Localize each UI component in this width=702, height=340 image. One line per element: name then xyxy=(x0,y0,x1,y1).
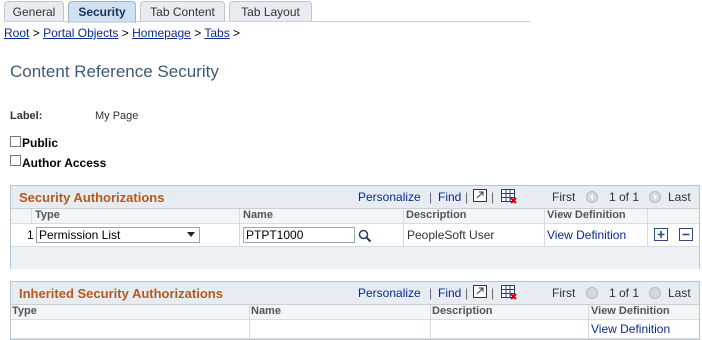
column-divider xyxy=(588,305,589,319)
row-range: 1 of 1 xyxy=(609,286,640,300)
column-header-row: Type Name Description View Definition xyxy=(11,305,699,320)
lookup-icon[interactable] xyxy=(358,229,372,246)
personalize-link[interactable]: Personalize xyxy=(358,286,421,300)
column-header-type[interactable]: Type xyxy=(12,305,37,317)
breadcrumb-separator: > xyxy=(194,26,202,40)
grid-title: Inherited Security Authorizations xyxy=(19,286,223,301)
public-checkbox-label: Public xyxy=(22,136,59,150)
nav-separator: | xyxy=(465,190,469,204)
page-title: Content Reference Security xyxy=(10,62,219,81)
inherited-security-authorizations-grid: Inherited Security Authorizations Person… xyxy=(10,281,700,340)
last-label: Last xyxy=(668,190,691,204)
public-checkbox[interactable] xyxy=(10,136,21,147)
breadcrumb-separator: > xyxy=(32,26,40,40)
nav-separator: | xyxy=(429,286,433,300)
column-divider xyxy=(544,209,545,223)
breadcrumb-tabs[interactable]: Tabs xyxy=(204,26,229,40)
view-definition-link[interactable]: View Definition xyxy=(547,228,626,242)
label-field-label: Label: xyxy=(10,110,43,122)
breadcrumb-portal-objects[interactable]: Portal Objects xyxy=(43,26,118,40)
view-all-icon[interactable] xyxy=(473,285,487,301)
grid-footer xyxy=(11,247,699,269)
breadcrumb-separator: > xyxy=(233,26,241,40)
grid-header: Inherited Security Authorizations Person… xyxy=(11,282,699,305)
row-range: 1 of 1 xyxy=(609,190,640,204)
download-spreadsheet-icon[interactable] xyxy=(501,285,517,303)
column-divider xyxy=(403,224,404,246)
column-header-description[interactable]: Description xyxy=(432,305,493,317)
column-divider xyxy=(430,320,431,338)
nav-separator: | xyxy=(491,286,495,300)
previous-icon[interactable] xyxy=(586,286,598,300)
tab-security[interactable]: Security xyxy=(68,1,136,23)
nav-separator: | xyxy=(491,190,495,204)
column-header-name[interactable]: Name xyxy=(243,209,273,221)
column-divider xyxy=(588,320,589,338)
column-header-type[interactable]: Type xyxy=(35,209,60,221)
column-divider xyxy=(239,224,240,246)
column-divider xyxy=(249,305,250,319)
column-divider xyxy=(430,305,431,319)
find-link[interactable]: Find xyxy=(438,286,461,300)
chevron-down-icon xyxy=(187,232,195,237)
column-divider xyxy=(31,209,32,223)
delete-row-icon[interactable] xyxy=(679,228,693,241)
download-spreadsheet-icon[interactable] xyxy=(501,189,517,207)
previous-icon[interactable] xyxy=(586,190,598,204)
next-icon[interactable] xyxy=(649,286,661,300)
column-divider xyxy=(249,320,250,338)
tab-bar: General Security Tab Content Tab Layout xyxy=(4,1,530,23)
row-number: 1 xyxy=(27,228,34,242)
column-header-row: Type Name Description View Definition xyxy=(11,209,699,224)
breadcrumb: Root > Portal Objects > Homepage > Tabs … xyxy=(4,26,240,40)
description-value: PeopleSoft User xyxy=(407,228,495,242)
label-field-value: My Page xyxy=(95,110,139,122)
view-definition-link[interactable]: View Definition xyxy=(591,322,670,336)
grid-title: Security Authorizations xyxy=(19,190,165,205)
column-header-name[interactable]: Name xyxy=(251,305,281,317)
column-divider xyxy=(647,224,648,246)
column-header-view-definition[interactable]: View Definition xyxy=(591,305,670,317)
table-row: 1 Permission List PTPT1000 PeopleSoft Us… xyxy=(11,224,699,247)
breadcrumb-homepage[interactable]: Homepage xyxy=(132,26,191,40)
column-divider xyxy=(239,209,240,223)
personalize-link[interactable]: Personalize xyxy=(358,190,421,204)
tab-general[interactable]: General xyxy=(4,1,64,21)
breadcrumb-separator: > xyxy=(121,26,129,40)
nav-separator: | xyxy=(429,190,433,204)
column-header-view-definition[interactable]: View Definition xyxy=(547,209,626,221)
tab-tab-content[interactable]: Tab Content xyxy=(140,1,225,21)
nav-separator: | xyxy=(465,286,469,300)
type-select-value: Permission List xyxy=(39,228,121,242)
author-access-checkbox[interactable] xyxy=(10,155,21,166)
author-access-checkbox-label: Author Access xyxy=(22,156,107,170)
table-row: View Definition xyxy=(11,320,699,339)
tab-divider xyxy=(4,21,530,22)
breadcrumb-root[interactable]: Root xyxy=(4,26,29,40)
name-input[interactable]: PTPT1000 xyxy=(243,227,355,243)
column-divider xyxy=(647,209,648,223)
add-row-icon[interactable] xyxy=(654,228,668,241)
column-divider xyxy=(403,209,404,223)
column-divider xyxy=(544,224,545,246)
column-header-description[interactable]: Description xyxy=(406,209,467,221)
type-select[interactable]: Permission List xyxy=(36,227,200,243)
first-label: First xyxy=(552,286,576,300)
first-label: First xyxy=(552,190,576,204)
next-icon[interactable] xyxy=(649,190,661,204)
security-authorizations-grid: Security Authorizations Personalize | Fi… xyxy=(10,185,700,269)
grid-header: Security Authorizations Personalize | Fi… xyxy=(11,186,699,209)
tab-tab-layout[interactable]: Tab Layout xyxy=(229,1,312,21)
view-all-icon[interactable] xyxy=(473,189,487,205)
find-link[interactable]: Find xyxy=(438,190,461,204)
last-label: Last xyxy=(668,286,691,300)
